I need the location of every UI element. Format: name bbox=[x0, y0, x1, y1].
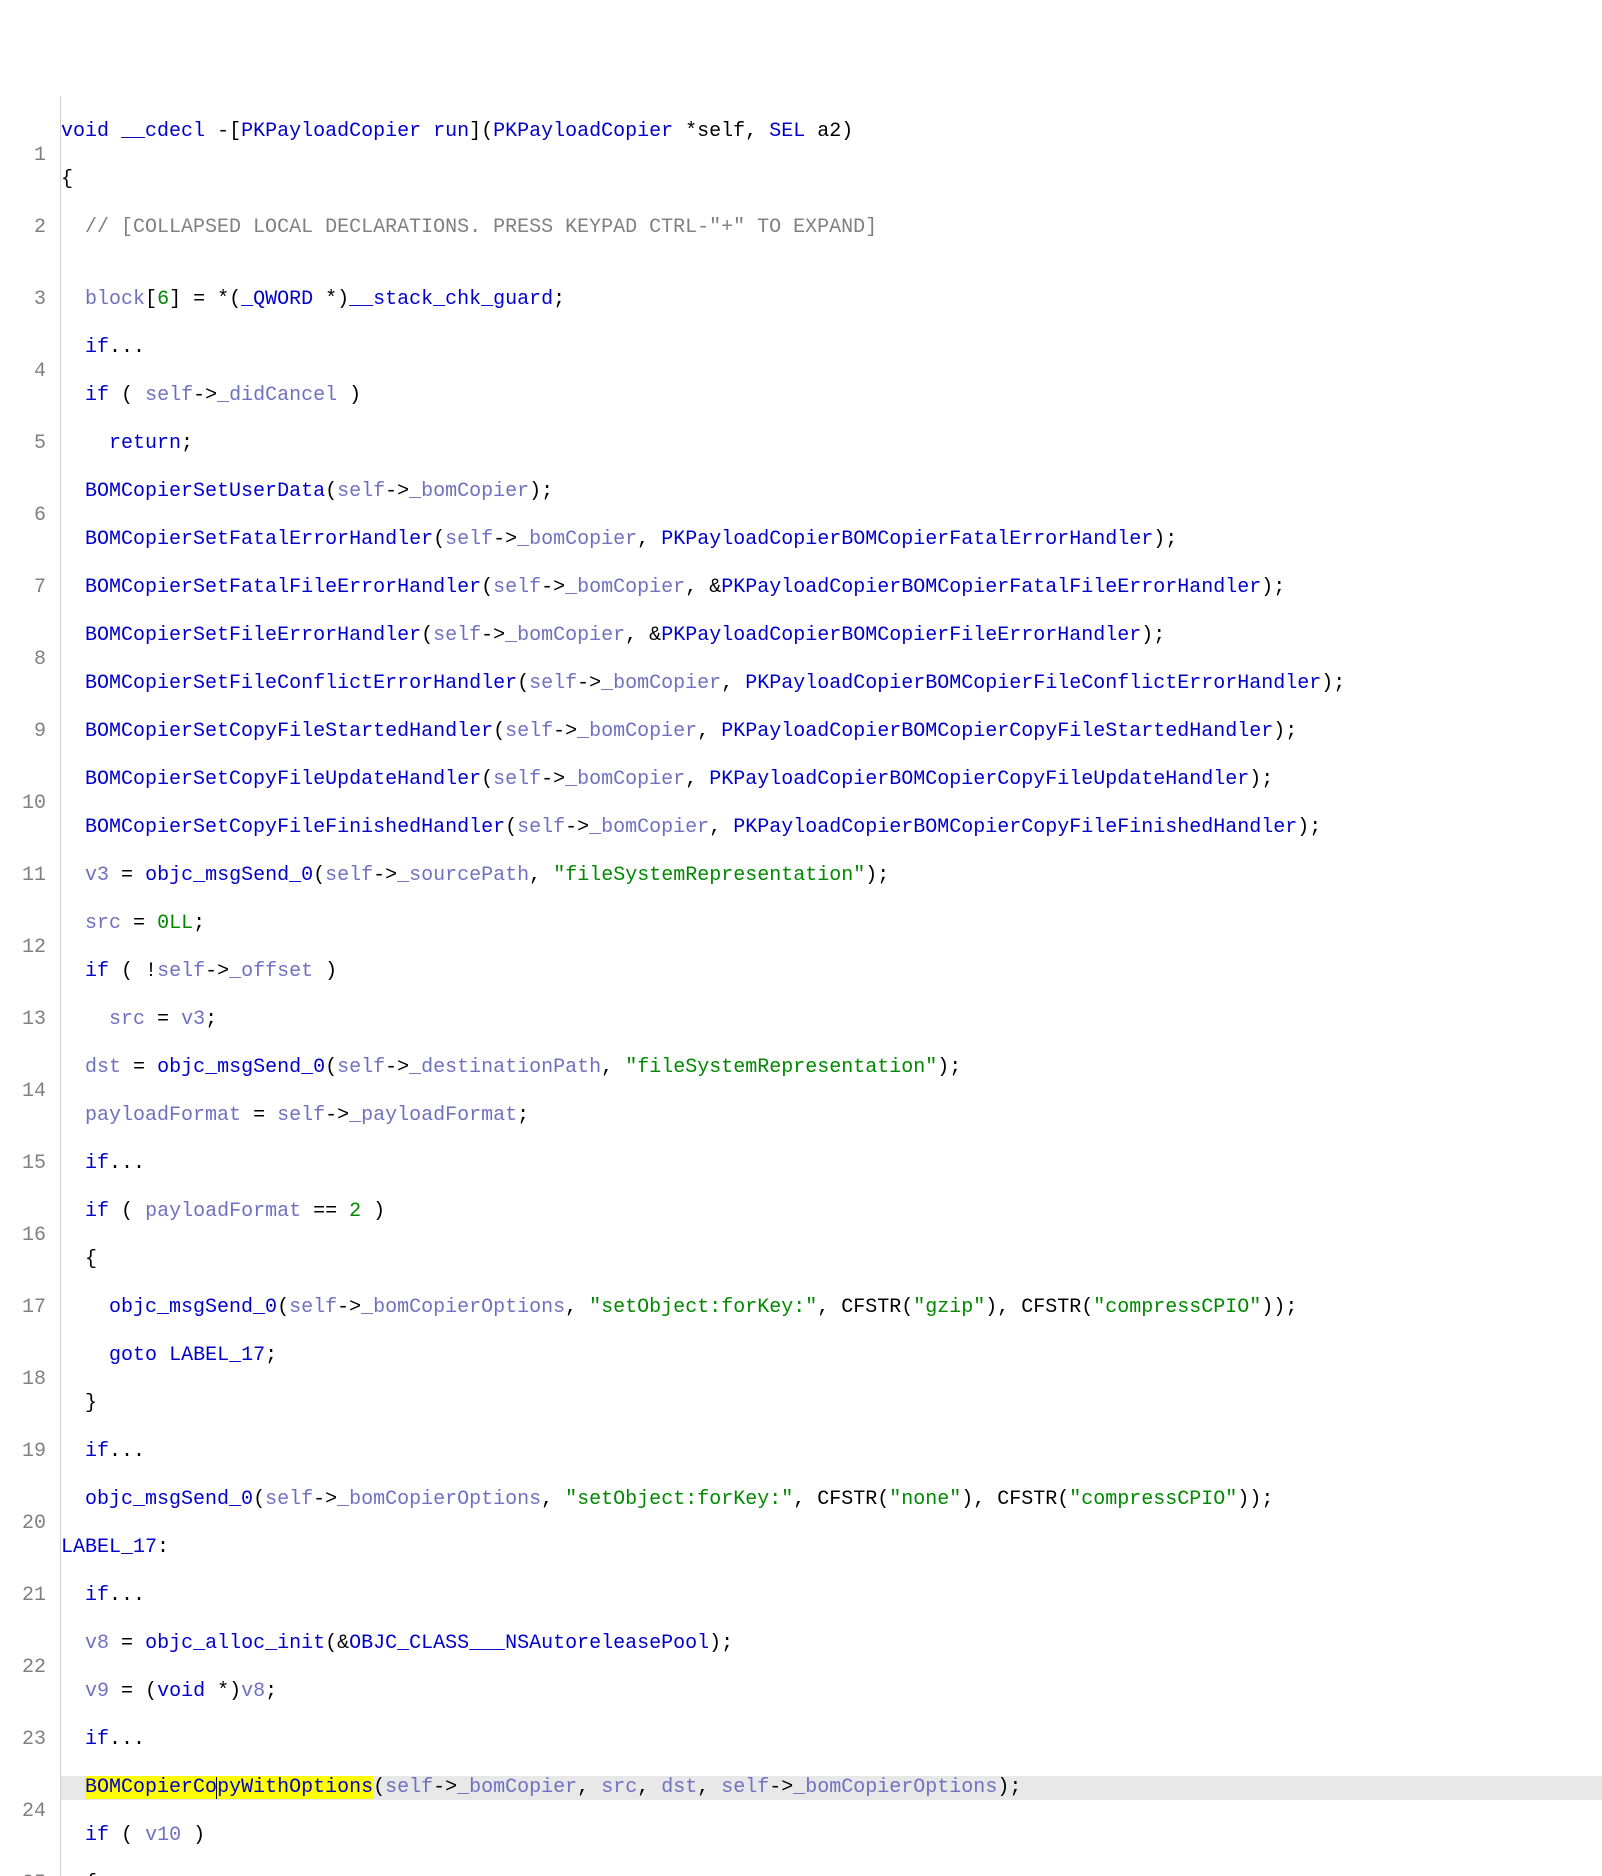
fold-dots[interactable]: ... bbox=[109, 1440, 145, 1463]
code-line[interactable]: void __cdecl -[PKPayloadCopier run](PKPa… bbox=[61, 120, 1602, 144]
line-number: 6 bbox=[0, 504, 48, 528]
code-line[interactable]: BOMCopierSetCopyFileStartedHandler(self-… bbox=[61, 720, 1602, 744]
highlighted-identifier: BOMCopierCo bbox=[85, 1776, 217, 1799]
code-line[interactable]: if... bbox=[61, 336, 1602, 360]
line-number: 23 bbox=[0, 1728, 48, 1752]
code-line[interactable]: src = 0LL; bbox=[61, 912, 1602, 936]
line-number: 9 bbox=[0, 720, 48, 744]
line-number: 18 bbox=[0, 1368, 48, 1392]
line-number: 20 bbox=[0, 1512, 48, 1536]
line-number: 19 bbox=[0, 1440, 48, 1464]
code-line[interactable]: if... bbox=[61, 1440, 1602, 1464]
code-line[interactable]: return; bbox=[61, 432, 1602, 456]
line-number: 25 bbox=[0, 1872, 48, 1876]
code-line[interactable]: objc_msgSend_0(self->_bomCopierOptions, … bbox=[61, 1296, 1602, 1320]
line-number: 7 bbox=[0, 576, 48, 600]
line-number: 22 bbox=[0, 1656, 48, 1680]
code-line[interactable]: BOMCopierSetCopyFileUpdateHandler(self->… bbox=[61, 768, 1602, 792]
code-line[interactable]: BOMCopierSetFatalFileErrorHandler(self->… bbox=[61, 576, 1602, 600]
code-line[interactable]: v3 = objc_msgSend_0(self->_sourcePath, "… bbox=[61, 864, 1602, 888]
line-number: 2 bbox=[0, 216, 48, 240]
code-line[interactable]: if ( !self->_offset ) bbox=[61, 960, 1602, 984]
code-line[interactable]: if... bbox=[61, 1728, 1602, 1752]
code-line[interactable]: BOMCopierSetFileConflictErrorHandler(sel… bbox=[61, 672, 1602, 696]
fold-dots[interactable]: ... bbox=[109, 336, 145, 359]
code-line[interactable]: LABEL_17: bbox=[61, 1536, 1602, 1560]
line-number: 1 bbox=[0, 144, 48, 168]
line-number: 21 bbox=[0, 1584, 48, 1608]
code-editor[interactable]: 1 2 3 4 5 6 7 8 9 10 11 12 13 14 15 16 1… bbox=[0, 96, 1602, 1876]
line-number: 8 bbox=[0, 648, 48, 672]
fold-dots[interactable]: ... bbox=[109, 1584, 145, 1607]
code-line[interactable]: src = v3; bbox=[61, 1008, 1602, 1032]
line-number: 14 bbox=[0, 1080, 48, 1104]
code-line[interactable]: v8 = objc_alloc_init(&OBJC_CLASS___NSAut… bbox=[61, 1632, 1602, 1656]
code-line[interactable]: objc_msgSend_0(self->_bomCopierOptions, … bbox=[61, 1488, 1602, 1512]
line-number: 13 bbox=[0, 1008, 48, 1032]
line-number: 3 bbox=[0, 288, 48, 312]
code-line[interactable]: { bbox=[61, 168, 1602, 192]
code-area[interactable]: void __cdecl -[PKPayloadCopier run](PKPa… bbox=[61, 96, 1602, 1876]
code-line[interactable]: BOMCopierSetUserData(self->_bomCopier); bbox=[61, 480, 1602, 504]
line-number: 10 bbox=[0, 792, 48, 816]
code-line[interactable]: dst = objc_msgSend_0(self->_destinationP… bbox=[61, 1056, 1602, 1080]
line-number: 16 bbox=[0, 1224, 48, 1248]
line-number: 12 bbox=[0, 936, 48, 960]
code-line[interactable]: // [COLLAPSED LOCAL DECLARATIONS. PRESS … bbox=[61, 216, 1602, 240]
line-number: 11 bbox=[0, 864, 48, 888]
fold-dots[interactable]: ... bbox=[109, 1728, 145, 1751]
code-line[interactable]: BOMCopierSetCopyFileFinishedHandler(self… bbox=[61, 816, 1602, 840]
code-line[interactable]: if ( v10 ) bbox=[61, 1824, 1602, 1848]
code-line[interactable]: if... bbox=[61, 1152, 1602, 1176]
line-number: 15 bbox=[0, 1152, 48, 1176]
code-line[interactable]: if... bbox=[61, 1584, 1602, 1608]
code-line[interactable]: BOMCopierSetFileErrorHandler(self->_bomC… bbox=[61, 624, 1602, 648]
code-line[interactable]: goto LABEL_17; bbox=[61, 1344, 1602, 1368]
code-line[interactable]: BOMCopierSetFatalErrorHandler(self->_bom… bbox=[61, 528, 1602, 552]
code-line[interactable]: { bbox=[61, 1872, 1602, 1876]
fold-dots[interactable]: ... bbox=[109, 1152, 145, 1175]
line-number: 17 bbox=[0, 1296, 48, 1320]
code-line[interactable]: block[6] = *(_QWORD *)__stack_chk_guard; bbox=[61, 288, 1602, 312]
code-line[interactable]: payloadFormat = self->_payloadFormat; bbox=[61, 1104, 1602, 1128]
code-line-current[interactable]: BOMCopierCopyWithOptions(self->_bomCopie… bbox=[61, 1776, 1602, 1800]
code-line[interactable]: v9 = (void *)v8; bbox=[61, 1680, 1602, 1704]
collapsed-comment: // [COLLAPSED LOCAL DECLARATIONS. PRESS … bbox=[85, 216, 877, 239]
code-line[interactable]: { bbox=[61, 1248, 1602, 1272]
line-number: 5 bbox=[0, 432, 48, 456]
line-number: 4 bbox=[0, 360, 48, 384]
code-line[interactable]: if ( payloadFormat == 2 ) bbox=[61, 1200, 1602, 1224]
code-line[interactable]: } bbox=[61, 1392, 1602, 1416]
line-number: 24 bbox=[0, 1800, 48, 1824]
line-number-gutter: 1 2 3 4 5 6 7 8 9 10 11 12 13 14 15 16 1… bbox=[0, 96, 61, 1876]
code-line[interactable]: if ( self->_didCancel ) bbox=[61, 384, 1602, 408]
